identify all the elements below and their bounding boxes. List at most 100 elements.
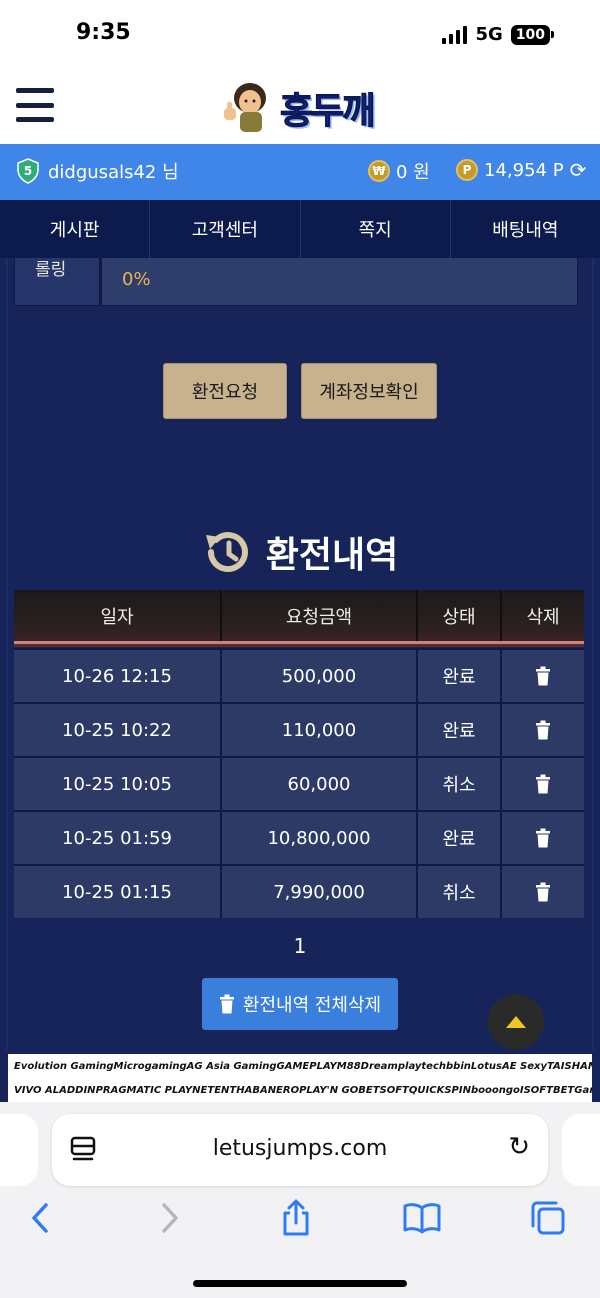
chevron-right-icon bbox=[162, 1203, 178, 1233]
won-coin-icon: ₩ bbox=[368, 160, 390, 182]
partner-logo: QUICKSPIN bbox=[408, 1084, 471, 1096]
url-text: letusjumps.com bbox=[212, 1136, 388, 1161]
delete-all-label: 환전내역 전체삭제 bbox=[242, 995, 382, 1016]
history-heading: 환전내역 bbox=[0, 526, 600, 578]
trash-icon bbox=[219, 994, 234, 1014]
row-amount: 7,990,000 bbox=[222, 866, 418, 918]
row-delete-button[interactable] bbox=[502, 650, 584, 702]
history-title: 환전내역 bbox=[265, 535, 399, 576]
back-button[interactable] bbox=[20, 1198, 60, 1238]
partner-logo: BETSOFT bbox=[358, 1084, 409, 1096]
nav-customer-center[interactable]: 고객센터 bbox=[150, 200, 301, 258]
partner-logo: M88 bbox=[336, 1060, 361, 1072]
column-date: 일자 bbox=[14, 590, 222, 641]
rolling-value: 0% bbox=[100, 258, 578, 306]
refresh-icon[interactable]: ⟳ bbox=[570, 158, 587, 182]
partner-logo: AE Sexy bbox=[501, 1060, 547, 1072]
partner-logos-strip: Evolution Gaming Microgaming AG Asia Gamin… bbox=[0, 1050, 600, 1102]
logo-text: 홍두깨 bbox=[279, 91, 375, 133]
row-status: 취소 bbox=[418, 758, 502, 810]
table-row: 10-25 10:22 110,000 완료 bbox=[14, 702, 584, 756]
table-row: 10-25 01:15 7,990,000 취소 bbox=[14, 864, 584, 918]
points-value: 14,954 P bbox=[484, 159, 564, 181]
exchange-history-table: 일자 요청금액 상태 삭제 10-26 12:15 500,000 완료 10-… bbox=[14, 590, 584, 918]
partner-logo: PLAY'N GO bbox=[299, 1084, 359, 1096]
partner-logo: PRAGMATIC PLAY bbox=[95, 1084, 193, 1096]
nav-betting-history[interactable]: 배팅내역 bbox=[451, 200, 600, 258]
trash-icon bbox=[536, 774, 550, 794]
column-delete: 삭제 bbox=[526, 606, 560, 628]
chevron-up-icon bbox=[506, 1016, 526, 1028]
partner-logo: ISOFTBET bbox=[519, 1084, 575, 1096]
partner-logo: Evolution Gaming bbox=[14, 1060, 114, 1072]
site-header: 홍두깨 bbox=[0, 70, 600, 144]
row-status: 완료 bbox=[418, 704, 502, 756]
partner-logo: Gamatron bbox=[574, 1084, 592, 1096]
nav-board[interactable]: 게시판 bbox=[0, 200, 151, 258]
row-date: 10-25 01:15 bbox=[14, 866, 222, 918]
reload-icon[interactable]: ↻ bbox=[508, 1132, 530, 1162]
status-indicators: 5G 100 bbox=[442, 24, 554, 45]
rolling-label: 롤링 bbox=[14, 258, 100, 306]
exchange-request-button[interactable]: 환전요청 bbox=[163, 363, 287, 419]
row-date: 10-26 12:15 bbox=[14, 650, 222, 702]
scroll-to-top-button[interactable] bbox=[488, 994, 544, 1050]
partner-logos-row: Evolution Gaming Microgaming AG Asia Gamin… bbox=[8, 1054, 592, 1078]
rolling-row: 롤링 0% bbox=[14, 258, 578, 306]
action-buttons: 환전요청 계좌정보확인 bbox=[0, 363, 600, 419]
row-status: 완료 bbox=[418, 812, 502, 864]
row-amount: 500,000 bbox=[222, 650, 418, 702]
previous-tab-preview[interactable] bbox=[0, 1114, 38, 1186]
bookmarks-button[interactable] bbox=[402, 1198, 442, 1238]
money-value: 0 원 bbox=[396, 162, 430, 183]
table-row: 10-25 01:59 10,800,000 완료 bbox=[14, 810, 584, 864]
delete-all-history-button[interactable]: 환전내역 전체삭제 bbox=[202, 978, 398, 1030]
row-delete-button[interactable] bbox=[502, 866, 584, 918]
row-date: 10-25 10:22 bbox=[14, 704, 222, 756]
mascot-icon bbox=[224, 83, 266, 132]
row-date: 10-25 10:05 bbox=[14, 758, 222, 810]
trash-icon bbox=[536, 666, 550, 686]
nav-messages[interactable]: 쪽지 bbox=[301, 200, 451, 258]
points-balance: P 14,954 P ⟳ bbox=[456, 158, 586, 182]
account-info-button[interactable]: 계좌정보확인 bbox=[301, 363, 437, 419]
browser-nav-buttons bbox=[0, 1198, 600, 1248]
row-delete-button[interactable] bbox=[502, 812, 584, 864]
tabs-button[interactable] bbox=[528, 1198, 568, 1238]
partner-logos-row: VIVO ALADDIN PRAGMATIC PLAY NETENT HABANERO… bbox=[8, 1078, 592, 1102]
partner-logo: GAMEPLAY bbox=[276, 1060, 337, 1072]
partner-logo: NETENT bbox=[192, 1084, 237, 1096]
main-nav: 게시판 고객센터 쪽지 배팅내역 bbox=[0, 200, 600, 258]
home-indicator bbox=[193, 1280, 407, 1287]
column-amount: 요청금액 bbox=[222, 590, 418, 641]
network-type: 5G bbox=[475, 24, 503, 45]
battery-level: 100 bbox=[510, 24, 550, 45]
user-identity: 5 didgusals42 님 bbox=[16, 158, 179, 184]
status-bar: 9:35 5G 100 bbox=[0, 0, 600, 70]
money-balance: ₩ 0 원 bbox=[368, 158, 430, 184]
trash-icon bbox=[536, 828, 550, 848]
address-bar[interactable]: letusjumps.com ↻ bbox=[52, 1114, 548, 1186]
hamburger-menu-icon[interactable] bbox=[16, 88, 54, 122]
row-amount: 60,000 bbox=[222, 758, 418, 810]
partner-logo: VIVO ALADDIN bbox=[14, 1084, 96, 1096]
trash-icon bbox=[536, 720, 550, 740]
battery-icon: 100 bbox=[510, 24, 554, 45]
row-delete-button[interactable] bbox=[502, 704, 584, 756]
partner-logo: bbin bbox=[446, 1060, 471, 1072]
partner-logo: Microgaming bbox=[113, 1060, 187, 1072]
row-delete-button[interactable] bbox=[502, 758, 584, 810]
partner-logo: HABANERO bbox=[236, 1084, 300, 1096]
level-shield-icon: 5 bbox=[17, 158, 39, 184]
row-status: 취소 bbox=[418, 866, 502, 918]
share-icon bbox=[283, 1199, 309, 1236]
next-tab-preview[interactable] bbox=[562, 1114, 600, 1186]
pagination-current-page[interactable]: 1 bbox=[0, 934, 600, 958]
partner-logo: playtech bbox=[397, 1060, 447, 1072]
partner-logos: Evolution Gaming Microgaming AG Asia Gamin… bbox=[8, 1054, 592, 1102]
history-clock-icon bbox=[205, 532, 248, 573]
forward-button[interactable] bbox=[150, 1198, 190, 1238]
row-date: 10-25 01:59 bbox=[14, 812, 222, 864]
share-button[interactable] bbox=[276, 1198, 316, 1238]
site-logo[interactable]: 홍두깨 bbox=[218, 78, 384, 134]
